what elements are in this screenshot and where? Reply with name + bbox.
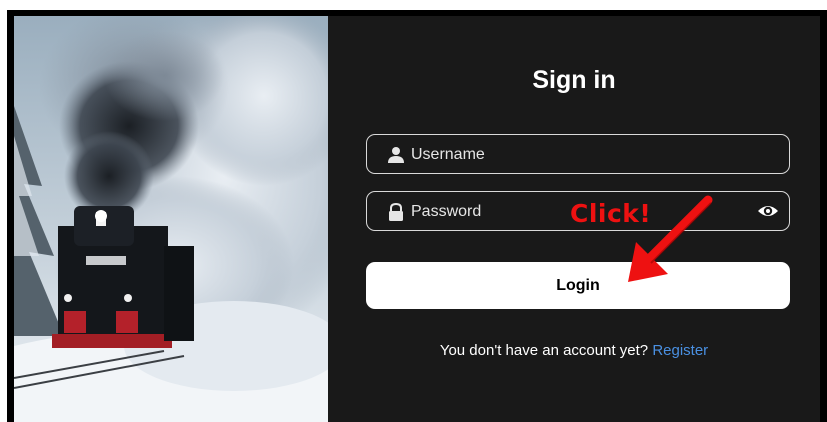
register-prompt-text: You don't have an account yet? [439,342,649,359]
password-placeholder: Password [411,203,482,220]
click-annotation-text: Click! [570,199,652,228]
username-placeholder: Username [411,146,485,163]
login-button[interactable]: Login [366,262,790,309]
user-icon [388,147,404,163]
steam-train-photo [14,16,328,422]
login-panel: Sign in Username Password Login You don'… [328,16,820,422]
register-prompt: You don't have an account yet? Register [328,342,820,359]
register-link[interactable]: Register [652,342,708,359]
eye-icon[interactable] [757,202,779,220]
page-title: Sign in [532,66,616,94]
lock-icon [389,203,403,221]
username-field[interactable]: Username [366,134,790,174]
